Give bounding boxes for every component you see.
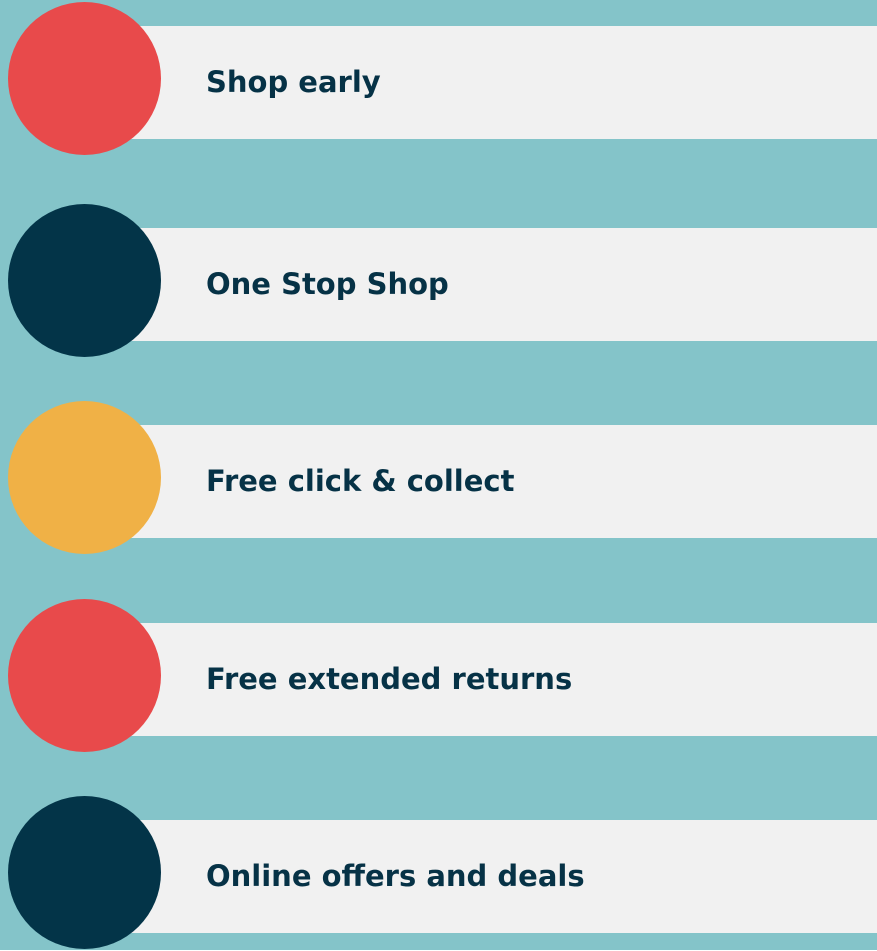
list-item-online-offers-deals: Online offers and deals bbox=[0, 796, 877, 951]
benefits-list: Shop early One Stop Shop Free click & co… bbox=[0, 0, 877, 950]
list-item-one-stop-shop: One Stop Shop bbox=[0, 204, 877, 359]
circle-bullet bbox=[8, 599, 161, 752]
circle-bullet bbox=[8, 796, 161, 949]
item-label: Free extended returns bbox=[206, 662, 573, 696]
item-card bbox=[84, 26, 877, 139]
list-item-shop-early: Shop early bbox=[0, 2, 877, 157]
item-label: Shop early bbox=[206, 65, 381, 99]
list-item-free-click-collect: Free click & collect bbox=[0, 401, 877, 556]
item-card bbox=[84, 228, 877, 341]
item-label: Online offers and deals bbox=[206, 859, 585, 893]
circle-bullet bbox=[8, 401, 161, 554]
list-item-free-extended-returns: Free extended returns bbox=[0, 599, 877, 754]
circle-bullet bbox=[8, 204, 161, 357]
circle-bullet bbox=[8, 2, 161, 155]
item-label: Free click & collect bbox=[206, 464, 515, 498]
item-label: One Stop Shop bbox=[206, 267, 449, 301]
